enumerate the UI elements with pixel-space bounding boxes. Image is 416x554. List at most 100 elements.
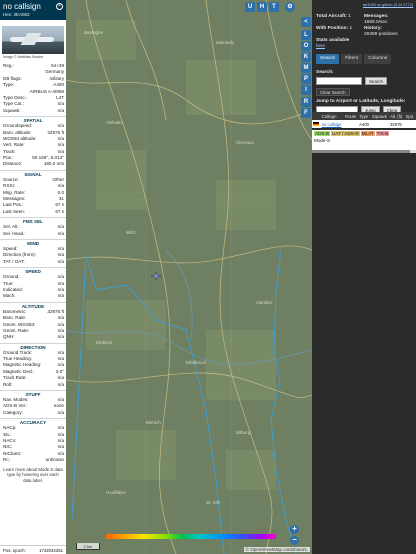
info-row: TAT / OAT: n/a <box>0 259 66 265</box>
spatial-rows: Groundspeed: n/a Baro. altitude: 32975 ft WG… <box>0 123 66 168</box>
map-side-button[interactable]: P <box>301 74 311 84</box>
jump-label: Jump to Airport or Latitude, Longitude: <box>316 99 406 104</box>
stuff-rows: Nav. Modes: n/a ADS-B Ver.: none Category: n/… <box>0 397 66 416</box>
callsign-link[interactable]: no callsign <box>322 122 342 127</box>
route-cell <box>344 120 359 128</box>
speed-rows: Ground: n/a True: n/a Indicated: n/a Mach: n/a <box>0 274 66 300</box>
tab-columns[interactable]: Columns <box>364 54 392 64</box>
stat-value: 26399 positions <box>364 31 398 37</box>
info-row-label: Roll: <box>3 381 13 387</box>
info-row: Roll: n/a <box>0 382 66 388</box>
scale-bar: 2 km <box>76 543 100 550</box>
map-side-button[interactable]: M <box>301 63 311 73</box>
info-row-label: Mach: <box>3 293 16 299</box>
column-header[interactable]: Type <box>358 112 371 120</box>
search-button[interactable]: Search <box>365 77 387 85</box>
signal-rows: Source: Other RSSI: n/a Msg. Rate: 0.0 Message… <box>0 177 66 215</box>
info-row-value: n/a <box>57 409 64 415</box>
direction-rows: Ground Track: n/a True Heading: n/a Magnetic… <box>0 350 66 388</box>
stat-history: History: 26399 positions <box>364 26 412 38</box>
place-label: Ettelbruck <box>186 360 207 365</box>
info-row-value: n/a <box>57 334 64 340</box>
place-label: Bastogne <box>84 30 104 35</box>
map-side-button[interactable]: K <box>301 52 311 62</box>
legend-adsb: ADS-B <box>314 131 331 136</box>
map-button-u[interactable]: U <box>245 2 255 12</box>
info-row: Squawk: n/a <box>0 108 66 114</box>
stat-with-position: With Position: 1 <box>316 26 364 38</box>
info-row-label: Distance: <box>3 161 23 167</box>
map-button-h[interactable]: H <box>257 2 267 12</box>
aircraft-photo[interactable] <box>2 26 64 54</box>
scrollbar-thumb[interactable] <box>312 150 410 153</box>
section-fms-sel: FMS SEL <box>0 217 66 225</box>
flag-cell <box>312 120 321 128</box>
map-button-t[interactable]: T <box>269 2 279 12</box>
map-canvas[interactable]: Bastogne Malmedy Vielsalm Clervaux Wiltz Vian… <box>66 0 312 554</box>
place-label: Bitburg <box>236 430 251 435</box>
germany-flag-icon <box>313 122 319 127</box>
map-side-button[interactable]: < <box>301 17 311 27</box>
map-tiles <box>66 0 312 554</box>
stats-block: Total Aircraft: 1 Messages: 1669.0/sec Wi… <box>312 10 416 38</box>
section-wind: WIND <box>0 238 66 246</box>
zoom-out-button[interactable]: − <box>290 536 299 545</box>
altitude-rows: Barometric: 32975 ft Baro. Rate: n/a Geom. W… <box>0 309 66 341</box>
info-row-label: TAT / OAT: <box>3 258 25 264</box>
column-header[interactable] <box>312 112 321 120</box>
info-row-label: Rc: <box>3 457 10 463</box>
map-side-buttons: < L O K M P I R F <box>300 0 312 160</box>
place-label: Malmedy <box>216 40 235 45</box>
info-row-label: Type: <box>3 82 15 88</box>
stat-messages: Messages: 1669.0/sec <box>364 14 412 26</box>
tab-filters[interactable]: Filters <box>341 54 363 64</box>
search-input[interactable] <box>316 77 362 85</box>
map-side-button[interactable]: O <box>301 41 311 51</box>
column-header[interactable]: Squawk <box>370 112 390 120</box>
map-side-button[interactable]: I <box>301 85 311 95</box>
section-altitude: ALTITUDE <box>0 301 66 309</box>
info-header: no callsign Hex: 3EA063 × <box>0 0 66 20</box>
column-header[interactable]: Route <box>344 112 359 120</box>
tab-search[interactable]: Search <box>316 54 340 64</box>
place-label: Mersch <box>146 420 161 425</box>
info-row-label: Category: <box>3 409 23 415</box>
stat-label: Total Aircraft: <box>316 14 347 19</box>
info-row-value: n/a <box>57 107 64 113</box>
version-link[interactable]: tar1090 on github (3.14.1772) <box>312 0 416 10</box>
zoom-in-button[interactable]: + <box>290 525 299 534</box>
info-row-value: n/a <box>57 258 64 264</box>
map-side-button[interactable]: R <box>301 97 311 107</box>
legend-mlat: MLAT <box>360 131 375 136</box>
selected-callsign: no callsign <box>3 2 41 11</box>
accuracy-rows: NACp: n/a SIL: n/a NACv: n/a NIC: n/a NICbaro: n/… <box>0 425 66 463</box>
stat-label: With Position: <box>316 26 349 31</box>
clear-search-button[interactable]: Clear Search <box>316 88 350 96</box>
type-cell: A400 <box>358 120 371 128</box>
pos-epoch-footer: Pos. epoch: 1742034251 <box>0 545 66 554</box>
column-header[interactable]: Callsign <box>320 112 345 120</box>
table-row[interactable]: no callsign A400 32975 <box>312 120 416 128</box>
place-label: Vielsalm <box>106 120 123 125</box>
info-row-label: Sel. Head.: <box>3 230 26 236</box>
map-attribution[interactable]: © OpenStreetMap contributors. <box>243 547 310 552</box>
place-label: St. Vith <box>206 500 221 505</box>
settings-icon[interactable]: ⚙ <box>285 2 295 12</box>
close-icon[interactable]: × <box>56 3 63 10</box>
table-scrollbar[interactable] <box>312 150 416 153</box>
column-header[interactable]: Alt. (ft) <box>389 112 405 120</box>
learn-more-text: Learn more about Mode S data type by hov… <box>3 466 63 483</box>
info-row-label: QNH: <box>3 334 15 340</box>
place-label: Clervaux <box>236 140 254 145</box>
aircraft-info-panel: no callsign Hex: 3EA063 × Image © Matthi… <box>0 0 66 554</box>
section-direction: DIRECTION <box>0 342 66 350</box>
place-label: Wiltz <box>126 230 136 235</box>
stat-value: 1669.0/sec <box>364 19 388 25</box>
column-header[interactable]: Spd. <box>404 112 416 120</box>
map-side-button[interactable]: L <box>301 30 311 40</box>
info-row: Category: n/a <box>0 410 66 416</box>
map-side-button[interactable]: F <box>301 108 311 118</box>
pos-epoch-value: 1742034251 <box>39 548 63 553</box>
search-label: Search: <box>316 70 334 75</box>
stat-value: 1 <box>348 14 351 19</box>
